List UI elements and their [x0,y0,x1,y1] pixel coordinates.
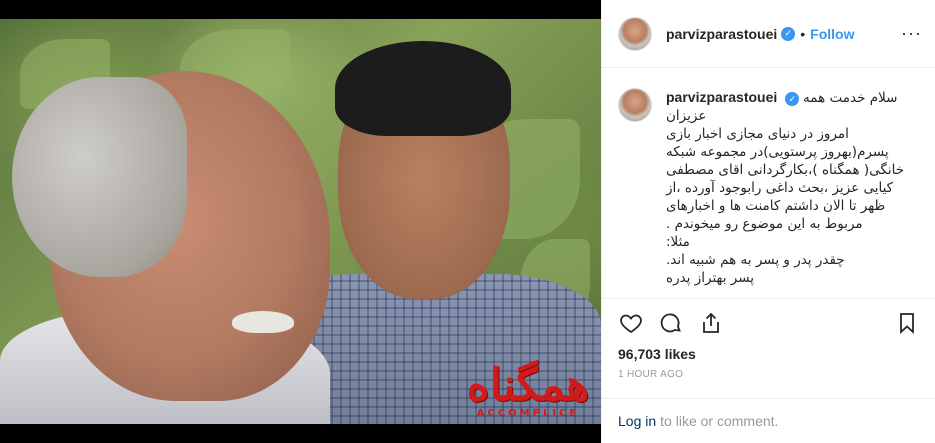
post-image[interactable]: همگناه ACCOMPLICE [0,0,601,443]
verified-badge-icon: ✓ [781,26,796,41]
login-link[interactable]: Log in [618,413,656,429]
avatar[interactable] [618,16,652,51]
show-logo-subtitle: ACCOMPLICE [476,407,580,419]
heart-icon[interactable] [618,310,644,336]
bookmark-icon[interactable] [894,310,920,336]
login-prompt-text: to like or comment. [660,413,779,429]
login-footer: Log in to like or comment. [602,398,935,443]
follow-button[interactable]: Follow [810,26,854,42]
post-actions [602,298,935,346]
share-icon[interactable] [698,310,724,336]
caption-avatar[interactable] [618,88,652,122]
post-side-panel: parvizparastouei ✓ • Follow ··· parvizpa… [601,0,935,443]
username-link[interactable]: parvizparastouei [666,26,777,42]
old-man-hair [12,77,187,277]
show-logo: همگناه ACCOMPLICE [462,345,594,424]
caption-username-link[interactable]: parvizparastouei [666,89,777,105]
post-header: parvizparastouei ✓ • Follow ··· [602,0,935,68]
old-man-mustache [232,311,294,333]
caption-body: parvizparastouei ✓ سلام خدمت همه عزیزان … [666,88,920,287]
header-separator: • [800,25,806,42]
caption-text: عزیزان امروز در دنیای مجازی اخبار بازی پ… [666,108,905,286]
post-timestamp[interactable]: 1 HOUR AGO [618,369,683,380]
likes-count[interactable]: 96,703 likes [618,346,696,362]
post-photo-content: همگناه ACCOMPLICE [0,19,601,424]
show-logo-title: همگناه [466,359,590,411]
young-man-hair [335,41,511,136]
more-options-icon[interactable]: ··· [901,24,922,42]
verified-badge-icon: ✓ [785,92,800,106]
comment-icon[interactable] [658,310,684,336]
post-caption: parvizparastouei ✓ سلام خدمت همه عزیزان … [602,68,935,298]
caption-first-line: سلام خدمت همه [803,90,898,106]
